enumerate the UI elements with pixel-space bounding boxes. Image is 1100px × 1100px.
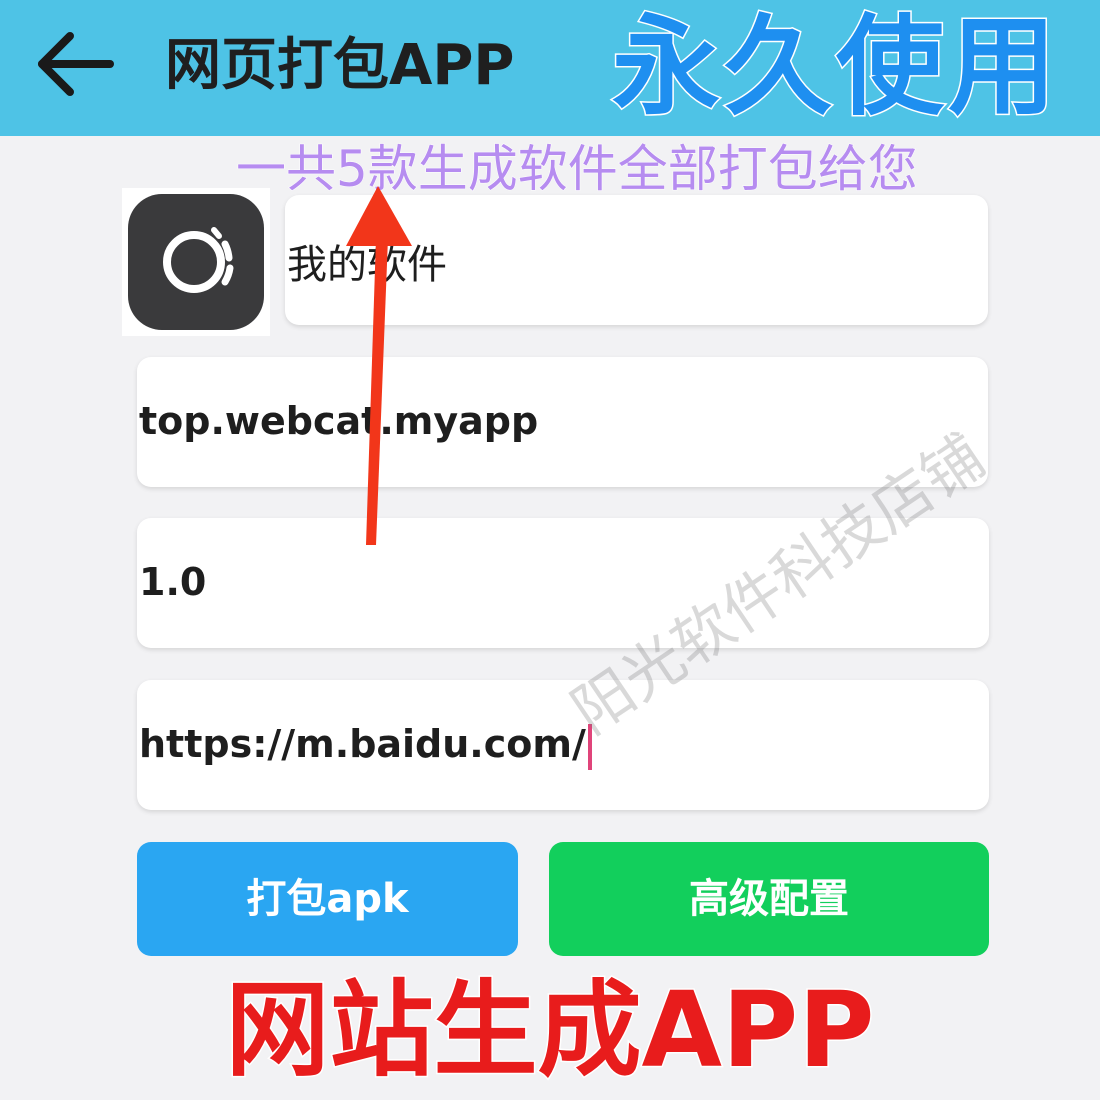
- back-button[interactable]: [30, 28, 120, 100]
- promo-count-text: 一共5款生成软件全部打包给您: [236, 140, 919, 199]
- advanced-config-button[interactable]: 高级配置: [549, 842, 989, 956]
- app-icon-picker[interactable]: [122, 188, 270, 336]
- url-value: https://m.baidu.com/: [139, 722, 586, 766]
- arrow-left-icon: [38, 32, 114, 96]
- promo-forever-text: 永久使用: [610, 4, 1061, 132]
- page-title: 网页打包APP: [165, 33, 515, 98]
- top-app-bar: 网页打包APP 永久使用: [0, 0, 1100, 136]
- package-name-value: top.webcat.myapp: [139, 399, 539, 443]
- app-logo-icon: [128, 194, 264, 330]
- text-cursor: [587, 723, 592, 770]
- app-name-field[interactable]: 我的软件: [285, 195, 988, 325]
- pack-apk-button[interactable]: 打包apk: [137, 842, 518, 956]
- app-name-value: 我的软件: [287, 242, 447, 288]
- version-value: 1.0: [139, 560, 207, 604]
- package-name-field[interactable]: top.webcat.myapp: [137, 357, 988, 487]
- url-field[interactable]: https://m.baidu.com/: [137, 680, 989, 810]
- promo-banner-text: 网站生成APP: [224, 969, 876, 1092]
- version-field[interactable]: 1.0: [137, 518, 989, 648]
- url-value-wrap: https://m.baidu.com/: [139, 722, 592, 770]
